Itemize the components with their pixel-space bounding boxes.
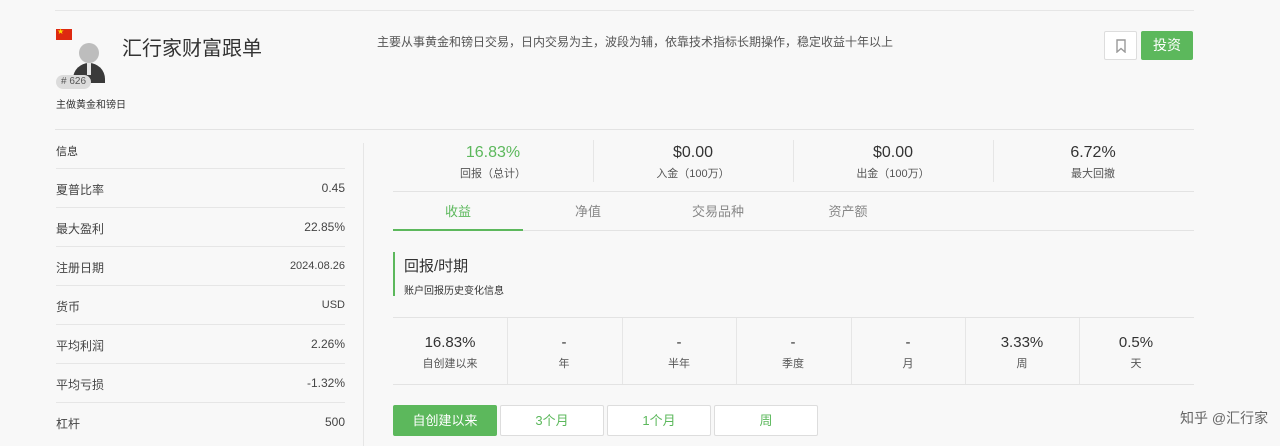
period-quarter: - 季度 [736, 318, 850, 384]
info-key: 货币 [56, 300, 81, 314]
period-label: 年 [558, 358, 570, 370]
period-label: 天 [1130, 358, 1142, 370]
info-key: 夏普比率 [56, 183, 105, 197]
stat-value: 16.83% [465, 144, 521, 161]
stat-value: $0.00 [872, 144, 914, 161]
period-value: - [905, 334, 911, 351]
period-half-year: - 半年 [622, 318, 736, 384]
invest-button[interactable]: 投资 [1141, 31, 1193, 60]
period-label: 自创建以来 [422, 358, 478, 370]
period-label: 月 [902, 358, 914, 370]
info-value: 22.85% [304, 220, 345, 234]
trader-description: 主要从事黄金和镑日交易，日内交易为主，波段为辅，依靠技术指标长期操作，稳定收益十… [377, 35, 894, 49]
period-value: 3.33% [1000, 334, 1044, 351]
info-key: 注册日期 [56, 261, 105, 275]
info-value: 0.45 [321, 181, 345, 195]
info-row: 货币 USD [56, 285, 345, 324]
period-label: 半年 [668, 358, 690, 370]
period-label: 周 [1016, 358, 1028, 370]
info-row: 注册日期 2024.08.26 [56, 246, 345, 285]
info-value: 2024.08.26 [289, 260, 345, 272]
info-key: 杠杆 [56, 417, 81, 431]
info-list: 夏普比率 0.45 最大盈利 22.85% 注册日期 2024.08.26 货币 USD… [56, 168, 345, 441]
stat-label: 出金（100万） [856, 168, 930, 180]
bookmark-icon [1116, 39, 1126, 53]
returns-section-header: 回报/时期 账户回报历史变化信息 [393, 252, 504, 297]
bookmark-button[interactable] [1104, 31, 1137, 60]
info-value: USD [321, 299, 345, 311]
stat-total-return: 16.83% 回报（总计） [393, 138, 593, 192]
info-key: 平均亏损 [56, 378, 105, 392]
top-divider [55, 10, 1194, 11]
info-row: 最大盈利 22.85% [56, 207, 345, 246]
period-value: - [561, 334, 567, 351]
summary-stats: 16.83% 回报（总计） $0.00 入金（100万） $0.00 出金（10… [393, 138, 1194, 192]
period-since-inception: 16.83% 自创建以来 [393, 318, 507, 384]
info-value: 2.26% [310, 337, 345, 351]
period-day: 0.5% 天 [1079, 318, 1193, 384]
header-divider [55, 129, 1194, 130]
info-key: 平均利润 [56, 339, 105, 353]
stat-value: 6.72% [1070, 144, 1116, 161]
period-value: 0.5% [1118, 334, 1154, 351]
period-value: - [676, 334, 682, 351]
watermark: 知乎 @汇行家 [1180, 410, 1269, 426]
range-week-button[interactable]: 周 [714, 405, 818, 436]
tab-equity[interactable]: 净值 [523, 193, 653, 231]
period-label: 季度 [782, 358, 804, 370]
info-key: 最大盈利 [56, 222, 105, 236]
section-title: 回报/时期 [404, 258, 469, 275]
column-divider [363, 143, 364, 446]
china-flag-icon: ★ [56, 27, 72, 40]
trader-subtitle: 主做黄金和镑日 [56, 100, 126, 111]
range-1-month-button[interactable]: 1个月 [607, 405, 711, 436]
period-week: 3.33% 周 [965, 318, 1079, 384]
tab-instruments[interactable]: 交易品种 [653, 193, 783, 231]
stat-deposits: $0.00 入金（100万） [593, 138, 793, 192]
stat-label: 最大回撤 [1071, 168, 1115, 180]
info-value: 500 [324, 415, 345, 429]
stat-label: 回报（总计） [460, 168, 526, 180]
range-since-inception-button[interactable]: 自创建以来 [393, 405, 497, 436]
tab-assets[interactable]: 资产额 [783, 193, 913, 231]
period-value: - [790, 334, 796, 351]
period-month: -月 [851, 318, 965, 384]
period-year: -年 [507, 318, 621, 384]
section-subtitle: 账户回报历史变化信息 [404, 286, 504, 297]
trader-profile-card: ★ # 626 主做黄金和镑日 汇行家财富跟单 主要从事黄金和镑日交易，日内交易… [0, 0, 1280, 446]
range-3-months-button[interactable]: 3个月 [500, 405, 604, 436]
info-title: 信息 [56, 146, 78, 158]
info-row: 平均亏损 -1.32% [56, 363, 345, 402]
chart-tabs: 收益 净值 交易品种 资产额 [393, 193, 1194, 231]
stat-withdrawals: $0.00 出金（100万） [793, 138, 993, 192]
period-returns: 16.83% 自创建以来 -年 - 半年 - 季度 -月 3.33% 周 0.5% 天 [393, 317, 1194, 385]
rank-badge: # 626 [56, 75, 92, 89]
period-value: 16.83% [424, 334, 476, 351]
stat-label: 入金（100万） [656, 168, 730, 180]
info-row: 平均利润 2.26% [56, 324, 345, 363]
info-row: 夏普比率 0.45 [56, 168, 345, 207]
info-row: 杠杆 500 [56, 402, 345, 441]
stat-max-drawdown: 6.72% 最大回撤 [993, 138, 1193, 192]
info-value: -1.32% [306, 376, 345, 390]
stat-value: $0.00 [672, 144, 714, 161]
tab-returns[interactable]: 收益 [393, 193, 523, 231]
trader-name[interactable]: 汇行家财富跟单 [122, 32, 262, 61]
